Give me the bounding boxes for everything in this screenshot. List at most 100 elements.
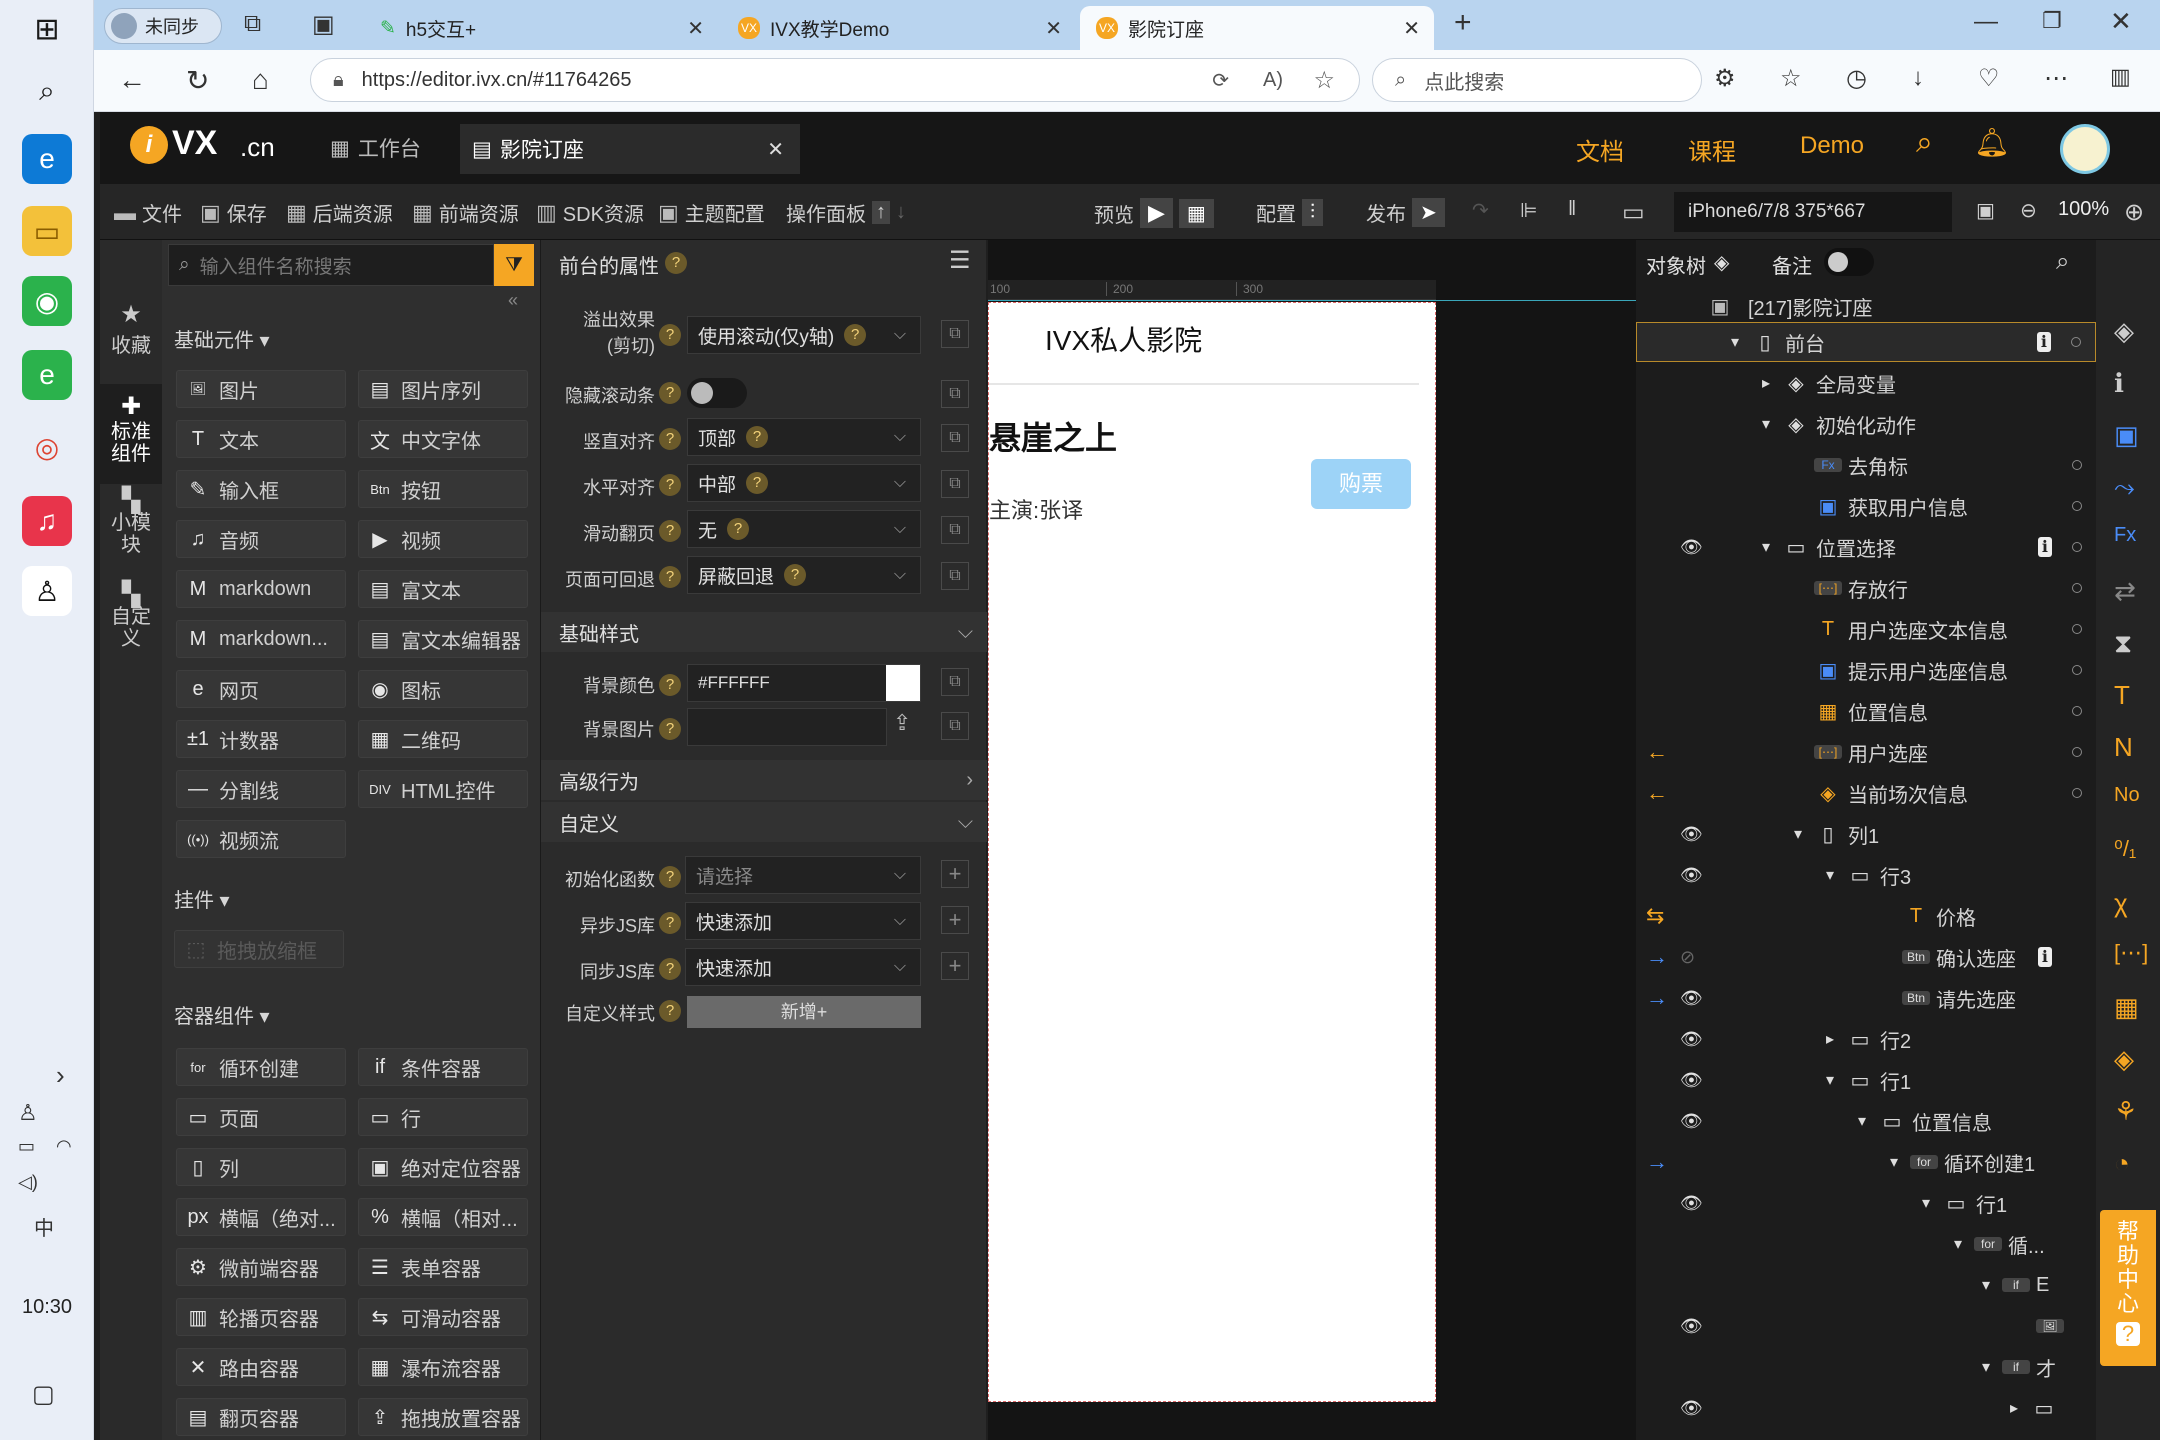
zoom-in-icon[interactable]: ⊕ [2124,198,2144,227]
visibility-eye-icon[interactable]: 👁︎ [1680,1111,1703,1132]
tree-node[interactable]: 👁︎ ▾ ▭ 行1 [1636,1183,2096,1223]
section-plugin[interactable]: 挂件 ▾ [174,884,230,913]
expand-toggle-icon[interactable]: ▸ [1816,1029,1844,1049]
app-tab-workspace[interactable]: ▦ 工作台 [330,126,421,170]
volume-icon[interactable]: ◁) [18,1172,38,1193]
toolbar-backend[interactable]: ▦ 后端资源 [286,198,393,227]
tree-node[interactable]: 👁︎ 🖼︎ [1636,1306,2096,1346]
container-item[interactable]: px 横幅（绝对... [176,1198,346,1236]
downloads-icon[interactable]: ↓ [1912,64,1924,92]
container-item[interactable]: ▦ 瀑布流容器 [358,1348,528,1386]
extensions-icon[interactable]: ⚙ [1714,64,1736,93]
close-tab-icon[interactable]: ✕ [1403,16,1420,41]
device-select[interactable]: iPhone6/7/8 375*667 [1674,192,1952,232]
phone-preview[interactable]: IVX私人影院 悬崖之上 主演:张译 购票 [988,302,1436,1402]
help-icon[interactable]: ? [844,324,867,346]
link-arrow-icon[interactable]: → [1646,1149,1668,1175]
music-app-icon[interactable]: ♫ [22,496,72,546]
copy-icon[interactable]: ⧉ [941,424,969,452]
tree-node[interactable]: [⋯] 存放行 [1636,568,2096,608]
sync-js-select[interactable]: 快速添加 ⌵ [685,948,921,986]
device-icon[interactable]: ▭ [1622,198,1645,227]
expand-toggle-icon[interactable]: ▾ [1912,1193,1940,1213]
container-item[interactable]: ▯ 列 [176,1148,346,1186]
help-icon[interactable]: ? [659,912,681,934]
container-item[interactable]: % 横幅（相对... [358,1198,528,1236]
tab-actions-icon[interactable]: ▣ [312,10,335,39]
sidebar-toggle-icon[interactable]: ▥ [2110,64,2131,90]
notification-icon[interactable]: ▢ [32,1380,55,1409]
tree-node[interactable]: ← [⋯] 用户选座 [1636,732,2096,772]
tree-node[interactable]: ▣ 获取用户信息 [1636,486,2096,526]
component-search-input[interactable]: ⌕ 输入组件名称搜索 [168,244,494,286]
component-item[interactable]: 🖼︎ 图片 [176,370,346,408]
help-icon[interactable]: ? [784,564,807,586]
expression-icon[interactable]: χ [2114,888,2128,919]
component-item[interactable]: ±1 计数器 [176,720,346,758]
chrome-icon[interactable]: ◎ [22,422,72,472]
component-item[interactable]: ▶ 视频 [358,520,528,558]
qrcode-icon[interactable]: ▦ [1178,198,1214,228]
help-icon[interactable]: ? [659,566,681,588]
toolbar-save[interactable]: ▣ 保存 [200,198,267,227]
user-avatar[interactable] [2060,124,2110,174]
qq-app-icon[interactable]: ♙ [22,566,72,616]
expand-toggle-icon[interactable]: ▾ [1880,1152,1908,1172]
container-item[interactable]: for 循环创建 [176,1048,346,1086]
file-explorer-icon[interactable]: ▭ [22,206,72,256]
init-function-select[interactable]: 请选择 ⌵ [685,856,921,894]
distribute-icon[interactable]: ‖ [1568,198,1576,221]
component-item[interactable]: Btn 按钮 [358,470,528,508]
object-icon[interactable]: ◈ [2114,1044,2134,1075]
tree-root[interactable]: ▣ [217]影院订座 [1636,286,2096,326]
tree-node[interactable]: ⇆ T 价格 [1636,896,2096,936]
visibility-eye-icon[interactable]: 👁︎ [1680,824,1703,845]
copy-icon[interactable]: ⧉ [941,516,969,544]
app-available-icon[interactable]: ⟳ [1212,68,1229,93]
tree-node[interactable]: 👁︎ ▾ ▭ 位置选择 ℹ [1636,527,2096,567]
help-icon[interactable]: ? [746,426,769,448]
minimize-icon[interactable]: — [1974,8,1998,36]
container-item[interactable]: ▭ 行 [358,1098,528,1136]
container-item[interactable]: ▣ 绝对定位容器 [358,1148,528,1186]
tree-node[interactable]: 👁︎ ▾ ▭ 位置信息 [1636,1101,2096,1141]
visibility-eye-icon[interactable]: 👁︎ [1680,1029,1703,1050]
help-icon[interactable]: ? [659,1000,681,1022]
nav-standard[interactable]: ✚ 标准组件 [100,384,162,484]
help-center-button[interactable]: 帮助中心? [2100,1210,2156,1366]
toolbar-sdk[interactable]: ▥ SDK资源 [536,198,644,227]
visibility-eye-icon[interactable]: 👁︎ [1680,537,1703,558]
help-icon[interactable]: ? [659,382,681,404]
expand-toggle-icon[interactable]: ▾ [1752,537,1780,557]
search-icon[interactable]: ⌕ [22,66,72,116]
zoom-out-icon[interactable]: ⊖ [2020,198,2037,223]
tree-node[interactable]: ← ◈ 当前场次信息 [1636,773,2096,813]
tree-node[interactable]: 👁︎ ▾ ▭ 行1 [1636,1060,2096,1100]
buy-ticket-button[interactable]: 购票 [1311,459,1411,509]
toolbar-preview[interactable]: 预览 ▶ ▦ [1094,198,1214,228]
vertical-align-select[interactable]: 顶部? ⌵ [687,418,921,456]
nav-modules[interactable]: ▚ 小模块 [100,489,162,557]
flow-icon[interactable]: ⤳ [2114,472,2135,504]
expand-toggle-icon[interactable]: ▾ [1721,332,1749,352]
component-item[interactable]: ✎ 输入框 [176,470,346,508]
color-swatch[interactable] [886,665,920,701]
browser-tab-cinema[interactable]: VX 影院订座 ✕ [1080,6,1434,50]
info-badge-icon[interactable]: ℹ [2037,537,2052,557]
ivx-logo-icon[interactable]: i [130,126,168,164]
align-left-icon[interactable]: ⊫ [1520,198,1537,223]
help-icon[interactable]: ? [659,958,681,980]
restore-icon[interactable]: ❐ [2042,8,2062,34]
read-aloud-icon[interactable]: A) [1263,69,1283,92]
sliders-icon[interactable]: ⫶ [1302,199,1323,226]
browser-search-box[interactable]: ⌕ 点此搜索 [1372,58,1702,102]
component-item[interactable]: DIV HTML控件 [358,770,528,808]
tree-node[interactable]: ▾ for 循... [1636,1224,2096,1264]
app-tab-cinema[interactable]: ▤ 影院订座 ✕ [460,124,800,174]
text-variable-icon[interactable]: T [2114,680,2130,711]
refresh-icon[interactable]: ↻ [186,64,209,97]
copy-icon[interactable]: ⧉ [941,562,969,590]
new-tab-icon[interactable]: + [1454,6,1472,40]
overflow-select[interactable]: 使用滚动(仅y轴)? ⌵ [687,316,921,354]
help-icon[interactable]: ? [659,674,681,696]
